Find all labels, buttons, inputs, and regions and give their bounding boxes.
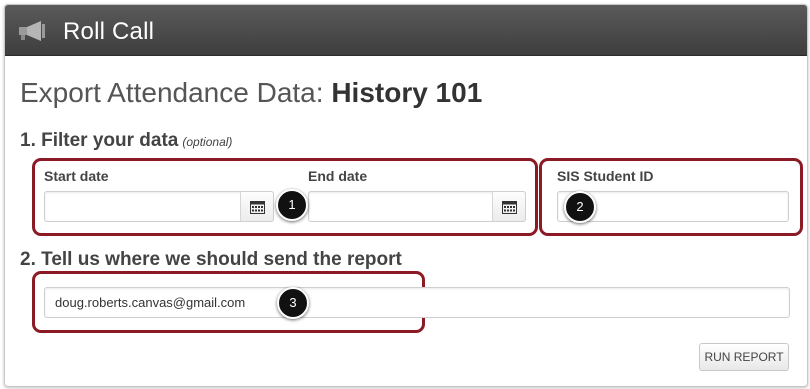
sis-student-id-label: SIS Student ID: [557, 168, 654, 184]
end-date-label: End date: [308, 168, 368, 184]
start-date-label: Start date: [44, 168, 109, 184]
end-date-picker-button[interactable]: [492, 191, 526, 222]
optional-note: (optional): [182, 135, 233, 149]
callout-badge-2: 2: [564, 191, 596, 223]
calendar-icon: [250, 201, 265, 214]
filter-heading-text: 1. Filter your data: [20, 130, 179, 151]
email-input[interactable]: doug.roberts.canvas@gmail.com: [44, 287, 790, 318]
app-header: Roll Call: [5, 5, 807, 56]
megaphone-icon: [19, 21, 45, 41]
page-title: Export Attendance Data: History 101: [20, 77, 482, 109]
callout-badge-1: 1: [276, 189, 308, 221]
callout-badge-3: 3: [277, 287, 309, 319]
app-title: Roll Call: [63, 18, 155, 45]
send-section-heading: 2. Tell us where we should send the repo…: [20, 249, 402, 270]
start-date-picker-button[interactable]: [240, 191, 274, 222]
page-title-prefix: Export Attendance Data:: [20, 77, 332, 108]
calendar-icon: [502, 201, 517, 214]
run-report-button[interactable]: RUN REPORT: [699, 343, 789, 371]
roll-call-window: Roll Call Export Attendance Data: Histor…: [4, 4, 808, 387]
course-name: History 101: [331, 77, 483, 108]
filter-section-heading: 1. Filter your data (optional): [20, 130, 232, 152]
